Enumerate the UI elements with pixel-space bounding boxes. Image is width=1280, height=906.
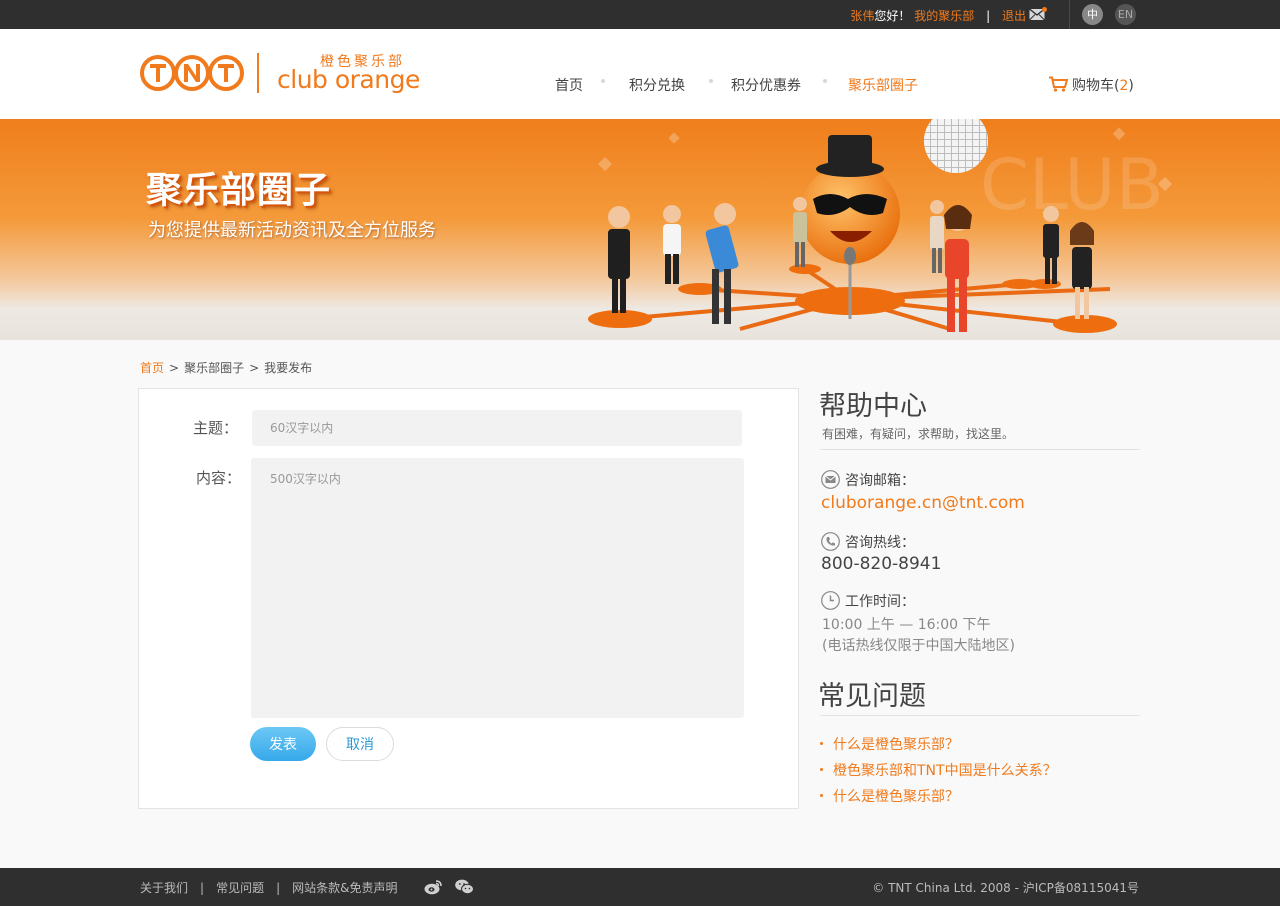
lang-zh-button[interactable]: 中 [1082,4,1103,25]
faq-item[interactable]: 橙色聚乐部和TNT中国是什么关系？ [820,760,1057,780]
hero-banner: CLUB 聚乐部圈子 为您提供最新活动资讯及全方位服务 [0,119,1280,340]
cancel-button[interactable]: 取消 [326,727,394,761]
faq-item-label: 什么是橙色聚乐部？ [833,789,959,805]
banner-subtitle: 为您提供最新活动资讯及全方位服务 [148,220,436,241]
email-label: 咨询邮箱： [845,473,915,489]
faq-title: 常见问题 [818,681,926,712]
site-header: 橙色聚乐部 club orange 首页 积分兑换 积分优惠券 聚乐部圈子 购物… [0,29,1280,119]
site-footer: 关于我们 | 常见问题 | 网站条款&免责声明 © TNT China Ltd. 200… [0,868,1280,906]
footer-separator: | [276,881,281,895]
subject-input[interactable] [252,410,742,446]
breadcrumb-home[interactable]: 首页 [140,361,164,375]
faq-item[interactable]: 什么是橙色聚乐部？ [820,786,959,806]
nav-dot [823,79,827,83]
footer-faq-link[interactable]: 常见问题 [216,881,264,895]
breadcrumb-separator: > [249,361,260,375]
club-orange-logo[interactable]: 橙色聚乐部 club orange [139,51,420,101]
email-link[interactable]: cluborange.cn@tnt.com [821,493,1025,513]
divider [820,449,1140,450]
logout-link[interactable]: 退出 [1002,9,1026,23]
submit-button[interactable]: 发表 [250,727,316,761]
subject-label: 主题： [193,419,239,437]
bullet-icon [820,741,823,745]
welcome-area: 张伟您好！ 我的聚乐部 | 退出 [850,7,1026,24]
my-club-link[interactable]: 我的聚乐部 [914,9,974,23]
faq-item-label: 什么是橙色聚乐部？ [833,737,959,753]
nav-points-exchange[interactable]: 积分兑换 [629,75,685,95]
phone-label: 咨询热线： [845,535,915,551]
content-label: 内容： [196,469,242,487]
banner-title: 聚乐部圈子 [146,170,332,211]
faq-item-label: 橙色聚乐部和TNT中国是什么关系？ [833,763,1057,779]
footer-about-link[interactable]: 关于我们 [140,881,188,895]
logo-divider [257,53,259,93]
footer-terms-link[interactable]: 网站条款&免责声明 [292,881,397,895]
banner-illustration: CLUB [588,119,1173,333]
mail-icon[interactable] [1029,7,1047,21]
faq-item[interactable]: 什么是橙色聚乐部？ [820,734,959,754]
clock-icon [821,591,840,610]
banner-bg-text: CLUB [980,144,1164,226]
envelope-icon [821,470,840,489]
help-center-title: 帮助中心 [819,391,927,422]
nav-points-coupons[interactable]: 积分优惠券 [731,75,801,95]
footer-links: 关于我们 | 常见问题 | 网站条款&免责声明 [140,879,397,896]
topbar-separator: | [986,9,991,23]
lang-en-button[interactable]: EN [1115,4,1136,25]
tnt-logo-icon [140,55,244,91]
hours-note: (电话热线仅限于中国大陆地区) [822,638,1015,654]
footer-separator: | [200,881,205,895]
help-center-subtitle: 有困难，有疑问，求帮助，找这里。 [822,427,1015,441]
hours-label: 工作时间： [845,594,915,610]
breadcrumb-separator: > [169,361,180,375]
phone-number: 800-820-8941 [821,554,942,574]
user-name-link[interactable]: 张伟 [850,9,874,23]
weibo-icon[interactable] [424,879,443,895]
nav-club-circle[interactable]: 聚乐部圈子 [848,75,918,95]
breadcrumb: 首页 > 聚乐部圈子 > 我要发布 [140,359,312,376]
breadcrumb-current: 我要发布 [264,361,313,375]
club-en-text: club orange [277,65,420,94]
copyright-text: © TNT China Ltd. 2008 - 沪ICP备08115041号 [872,881,1139,895]
nav-home[interactable]: 首页 [555,75,583,95]
cart-label: 购物车 [1072,78,1114,94]
breadcrumb-club-circle[interactable]: 聚乐部圈子 [184,361,244,375]
greeting-text: 您好！ [874,9,911,23]
nav-dot [709,79,713,83]
bullet-icon [820,767,823,771]
post-form-panel: 主题： 内容： 发表 取消 [138,388,799,809]
cart-count: 2 [1119,78,1129,94]
topbar-divider [1069,0,1070,29]
wechat-icon[interactable] [455,879,474,895]
bullet-icon [820,793,823,797]
phone-icon [821,532,840,551]
top-bar: 张伟您好！ 我的聚乐部 | 退出 中 EN [0,0,1280,29]
nav-dot [601,79,605,83]
cart-icon [1049,76,1068,92]
working-hours: 10:00 上午 — 16:00 下午 [822,617,991,633]
divider [820,715,1140,716]
content-textarea[interactable] [251,458,744,718]
